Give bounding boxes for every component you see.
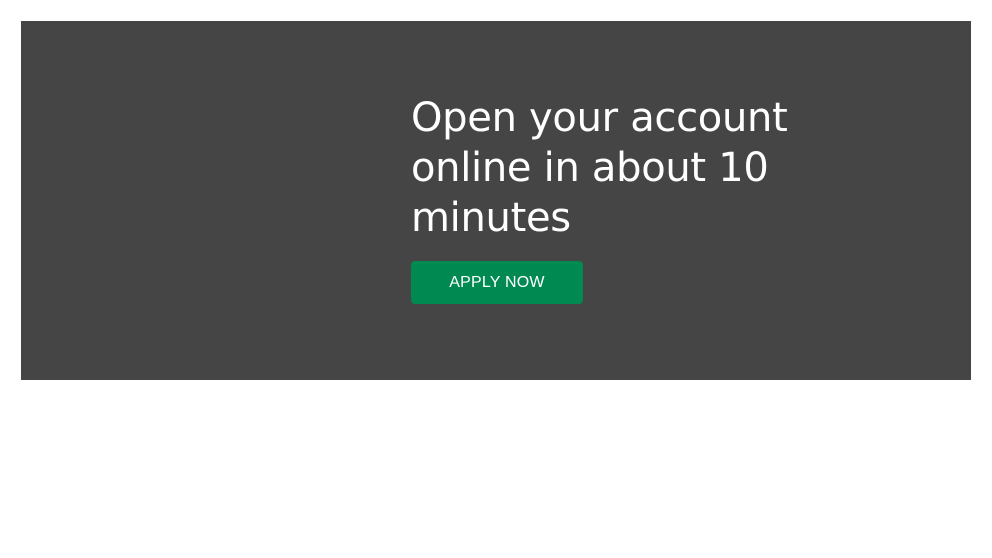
banner-headline: Open your account online in about 10 min… (411, 95, 788, 241)
promo-banner: Open your account online in about 10 min… (21, 21, 971, 380)
banner-content: Open your account online in about 10 min… (411, 93, 831, 304)
apply-now-button[interactable]: APPLY NOW (411, 261, 583, 304)
